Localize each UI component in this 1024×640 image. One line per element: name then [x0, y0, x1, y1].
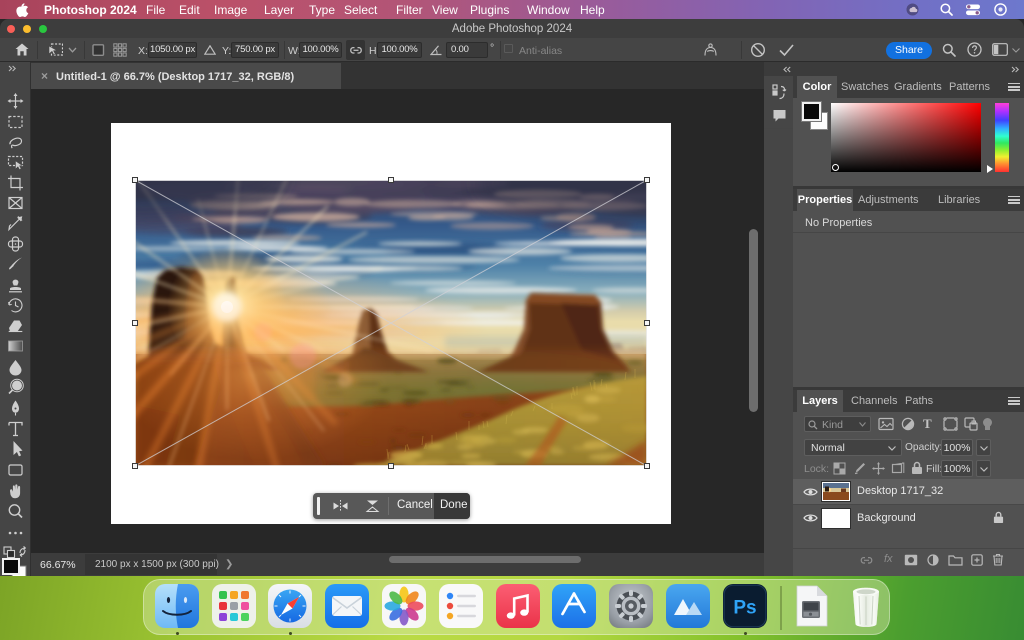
svg-text:Ps: Ps — [733, 598, 756, 619]
